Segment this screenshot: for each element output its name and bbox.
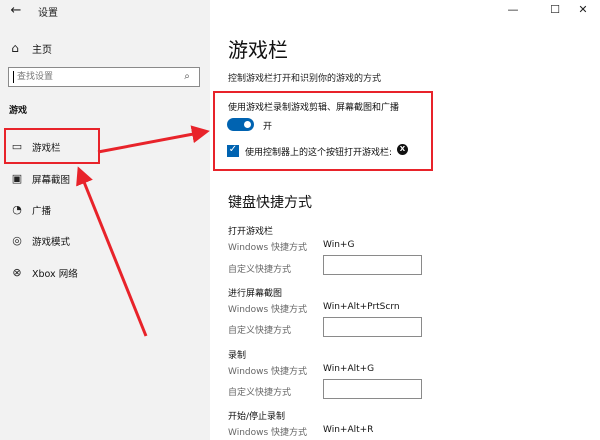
toggle-knob (244, 121, 251, 128)
sidebar-item-captures[interactable]: ▣ 屏幕截图 (0, 166, 210, 192)
page-title: 游戏栏 (228, 38, 288, 62)
windows-shortcut-label: Windows 快捷方式 (228, 428, 308, 438)
text-caret (13, 71, 14, 83)
record-option-label: 使用游戏栏录制游戏剪辑、屏幕截图和广播 (228, 103, 400, 113)
back-arrow-icon[interactable]: ← (8, 3, 24, 19)
main-content: — ☐ ✕ 游戏栏 控制游戏栏打开和识别你的游戏的方式 使用游戏栏录制游戏剪辑、… (210, 0, 600, 440)
home-icon: ⌂ (11, 41, 19, 55)
windows-shortcut-value: Win+Alt+R (323, 425, 374, 435)
custom-shortcut-label: 自定义快捷方式 (228, 326, 292, 336)
sidebar-item-label: 屏幕截图 (32, 175, 71, 186)
sidebar-item-game-mode[interactable]: ◎ 游戏模式 (0, 228, 210, 254)
sidebar-item-label: 主页 (32, 44, 52, 56)
windows-shortcut-value: Win+Alt+G (323, 364, 375, 374)
controller-option-label: 使用控制器上的这个按钮打开游戏栏: (245, 148, 393, 158)
search-box[interactable]: ⌕ (8, 67, 200, 87)
custom-shortcut-label: 自定义快捷方式 (228, 265, 292, 275)
sidebar-item-broadcasting[interactable]: ◔ 广播 (0, 197, 210, 223)
sidebar-item-label: 广播 (32, 206, 52, 217)
broadcasting-icon: ◔ (12, 203, 22, 216)
keyboard-shortcuts-heading: 键盘快捷方式 (228, 195, 312, 211)
page-subtitle: 控制游戏栏打开和识别你的游戏的方式 (228, 74, 382, 84)
game-bar-toggle[interactable] (227, 118, 254, 131)
search-icon[interactable]: ⌕ (181, 71, 193, 83)
minimize-button[interactable]: — (496, 0, 530, 22)
custom-shortcut-input[interactable] (323, 379, 422, 399)
game-mode-icon: ◎ (12, 234, 22, 247)
sidebar-item-label: Xbox 网络 (32, 269, 78, 280)
windows-shortcut-value: Win+G (323, 240, 355, 250)
custom-shortcut-input[interactable] (323, 317, 422, 337)
game-bar-icon: ▭ (11, 140, 23, 153)
windows-shortcut-label: Windows 快捷方式 (228, 243, 308, 253)
checkmark-icon: ✓ (228, 144, 238, 155)
shortcut-group-title: 进行屏幕截图 (228, 289, 283, 299)
windows-shortcut-label: Windows 快捷方式 (228, 305, 308, 315)
shortcut-group-title: 录制 (228, 351, 247, 361)
xbox-button-icon: X (397, 144, 408, 155)
custom-shortcut-label: 自定义快捷方式 (228, 388, 292, 398)
controller-button-checkbox[interactable]: ✓ (227, 144, 239, 157)
sidebar-item-xbox-network[interactable]: ⊗ Xbox 网络 (0, 260, 210, 286)
sidebar: ← 设置 ⌂ 主页 ⌕ 游戏 ▭ 游戏栏 ▣ 屏幕截图 ◔ 广播 ◎ 游戏模式 … (0, 0, 210, 440)
custom-shortcut-input[interactable] (323, 255, 422, 275)
toggle-state-label: 开 (263, 122, 273, 132)
sidebar-item-label: 游戏栏 (32, 143, 61, 154)
captures-icon: ▣ (11, 172, 23, 185)
windows-shortcut-value: Win+Alt+PrtScrn (323, 302, 400, 312)
sidebar-item-home[interactable]: ⌂ 主页 (8, 38, 52, 58)
sidebar-section-heading: 游戏 (9, 106, 28, 116)
sidebar-item-game-bar[interactable]: ▭ 游戏栏 (0, 134, 210, 160)
sidebar-item-label: 游戏模式 (32, 237, 71, 248)
active-indicator (4, 140, 6, 154)
windows-shortcut-label: Windows 快捷方式 (228, 367, 308, 377)
shortcut-group-title: 开始/停止录制 (228, 412, 286, 422)
close-button[interactable]: ✕ (566, 0, 600, 22)
window-title: 设置 (38, 8, 58, 19)
shortcut-group-title: 打开游戏栏 (228, 227, 274, 237)
titlebar: ← 设置 (0, 0, 210, 24)
xbox-icon: ⊗ (12, 266, 22, 279)
search-input[interactable] (17, 70, 177, 84)
